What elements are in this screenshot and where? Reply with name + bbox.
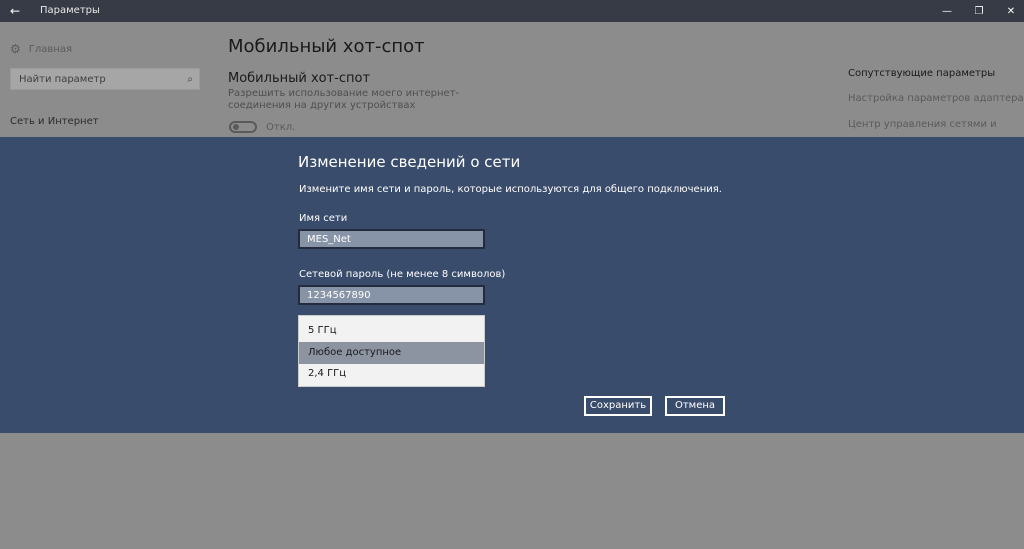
toggle-state-label: Откл. bbox=[266, 122, 296, 133]
section-title: Мобильный хот-спот bbox=[228, 71, 371, 86]
network-name-input[interactable] bbox=[298, 229, 485, 249]
password-label: Сетевой пароль (не менее 8 символов) bbox=[299, 269, 506, 280]
save-button[interactable]: Сохранить bbox=[584, 396, 652, 416]
related-settings-title: Сопутствующие параметры bbox=[848, 68, 996, 79]
dialog-description: Измените имя сети и пароль, которые испо… bbox=[299, 184, 722, 195]
maximize-button[interactable]: ❐ bbox=[962, 0, 996, 22]
network-name-label: Имя сети bbox=[299, 213, 348, 224]
back-arrow-icon: ← bbox=[9, 4, 21, 18]
search-placeholder: Найти параметр bbox=[19, 74, 106, 85]
minimize-button[interactable]: — bbox=[930, 0, 964, 22]
back-button[interactable]: ← bbox=[0, 0, 30, 22]
band-option-5ghz[interactable]: 5 ГГц bbox=[299, 320, 484, 342]
sidebar-section-network[interactable]: Сеть и Интернет bbox=[10, 116, 99, 127]
related-link-network-center[interactable]: Центр управления сетями и bbox=[848, 119, 997, 130]
minimize-icon: — bbox=[942, 5, 952, 17]
title-bar: ← Параметры — ❐ ✕ bbox=[0, 0, 1024, 22]
password-input[interactable] bbox=[298, 285, 485, 305]
sidebar-item-home[interactable]: ⚙ Главная bbox=[10, 42, 72, 56]
sidebar-home-label: Главная bbox=[28, 43, 72, 55]
search-box[interactable]: Найти параметр ⌕ bbox=[10, 68, 200, 90]
close-button[interactable]: ✕ bbox=[994, 0, 1024, 22]
search-icon: ⌕ bbox=[187, 74, 193, 85]
restore-icon: ❐ bbox=[974, 5, 984, 17]
cancel-button[interactable]: Отмена bbox=[665, 396, 725, 416]
dialog-title: Изменение сведений о сети bbox=[298, 153, 521, 171]
edit-network-dialog: Изменение сведений о сети Измените имя с… bbox=[0, 137, 1024, 433]
section-description: Разрешить использование моего интернет-с… bbox=[228, 88, 460, 111]
close-icon: ✕ bbox=[1006, 5, 1016, 17]
hotspot-toggle[interactable] bbox=[229, 121, 257, 133]
band-option-2-4ghz[interactable]: 2,4 ГГц bbox=[299, 363, 484, 385]
page-title: Мобильный хот-спот bbox=[228, 36, 425, 57]
window-title: Параметры bbox=[40, 5, 100, 16]
toggle-knob bbox=[233, 124, 239, 130]
band-dropdown-list[interactable]: 5 ГГц Любое доступное 2,4 ГГц bbox=[298, 315, 485, 387]
band-option-any[interactable]: Любое доступное bbox=[299, 342, 484, 364]
related-link-adapter[interactable]: Настройка параметров адаптера bbox=[848, 93, 1024, 104]
gear-icon: ⚙ bbox=[10, 42, 21, 56]
